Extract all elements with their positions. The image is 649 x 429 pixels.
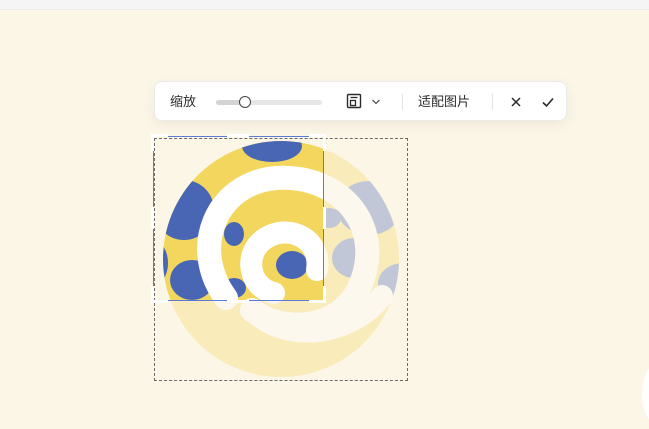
crop-handle-bottom-right[interactable]	[309, 286, 326, 303]
crop-handle-bottom-left[interactable]	[151, 286, 168, 303]
aspect-ratio-button[interactable]	[343, 91, 385, 113]
check-icon	[542, 97, 554, 108]
top-strip	[0, 0, 649, 10]
zoom-slider-thumb[interactable]	[239, 96, 251, 108]
cancel-button[interactable]	[507, 93, 525, 111]
image-crop-toolbar: 缩放 适配图片	[154, 81, 567, 121]
zoom-label: 缩放	[170, 94, 197, 109]
floating-action-button[interactable]	[642, 364, 649, 424]
crop-handle-left[interactable]	[151, 207, 154, 229]
crop-selection-frame[interactable]	[151, 134, 326, 303]
crop-handle-top-right[interactable]	[309, 134, 326, 151]
aspect-ratio-icon	[346, 93, 362, 109]
toolbar-divider	[492, 94, 493, 110]
toolbar-divider	[402, 94, 403, 110]
chevron-down-icon	[372, 99, 380, 105]
confirm-button[interactable]	[539, 93, 557, 111]
crop-handle-top[interactable]	[227, 134, 249, 137]
crop-handle-bottom[interactable]	[227, 300, 249, 303]
fit-image-button[interactable]: 适配图片	[418, 93, 470, 111]
close-icon	[511, 97, 521, 107]
crop-handle-right[interactable]	[323, 207, 326, 229]
zoom-slider[interactable]	[216, 92, 322, 112]
crop-handle-top-left[interactable]	[151, 134, 168, 151]
